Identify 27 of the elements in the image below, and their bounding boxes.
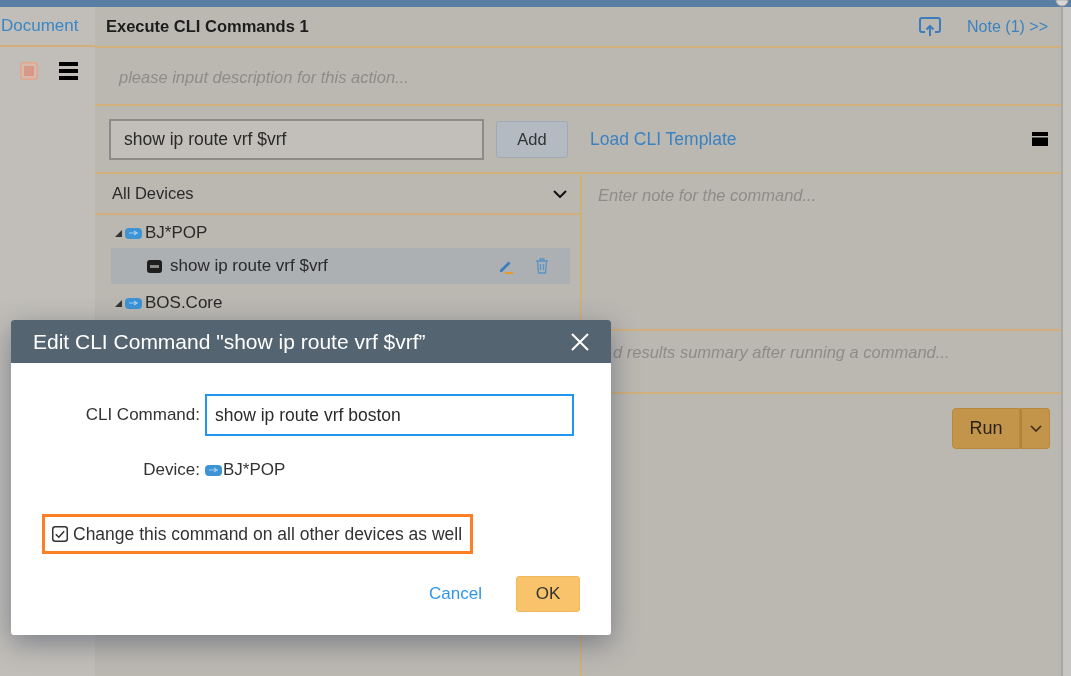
device-name: BJ*POP: [223, 460, 286, 480]
dialog-title: Edit CLI Command "show ip route vrf $vrf”: [33, 329, 426, 354]
panel-title: Execute CLI Commands 1: [106, 17, 309, 36]
panel-icon[interactable]: [1032, 132, 1048, 146]
list-icon[interactable]: [59, 62, 78, 80]
expanded-triangle-icon[interactable]: [115, 299, 122, 307]
field-label: CLI Command:: [85, 405, 200, 425]
field-label: Device:: [143, 460, 200, 480]
command-input[interactable]: show ip route vrf $vrf: [109, 118, 484, 160]
checkbox-label[interactable]: Change this command on all other devices as well: [73, 523, 463, 545]
add-button[interactable]: Add: [496, 120, 568, 158]
chevron-down-icon: [1029, 425, 1042, 432]
checkbox[interactable]: [52, 526, 68, 542]
command-input[interactable]: show ip route vrf boston: [205, 394, 574, 436]
run-button[interactable]: Run: [952, 408, 1020, 449]
chevron-down-icon: [553, 189, 567, 198]
close-icon[interactable]: [570, 331, 590, 352]
terminal-icon: [147, 259, 162, 273]
ok-button[interactable]: OK: [516, 576, 580, 612]
device-icon: [205, 463, 222, 477]
device-icon: [125, 296, 142, 310]
expanded-triangle-icon[interactable]: [115, 229, 122, 237]
tree-item[interactable]: BJ*POP: [111, 218, 570, 248]
device-icon: [125, 226, 142, 240]
device-filter-dropdown[interactable]: All Devices: [95, 174, 580, 215]
tree-item[interactable]: BOS.Core: [111, 288, 570, 318]
run-menu-button[interactable]: [1020, 408, 1050, 449]
